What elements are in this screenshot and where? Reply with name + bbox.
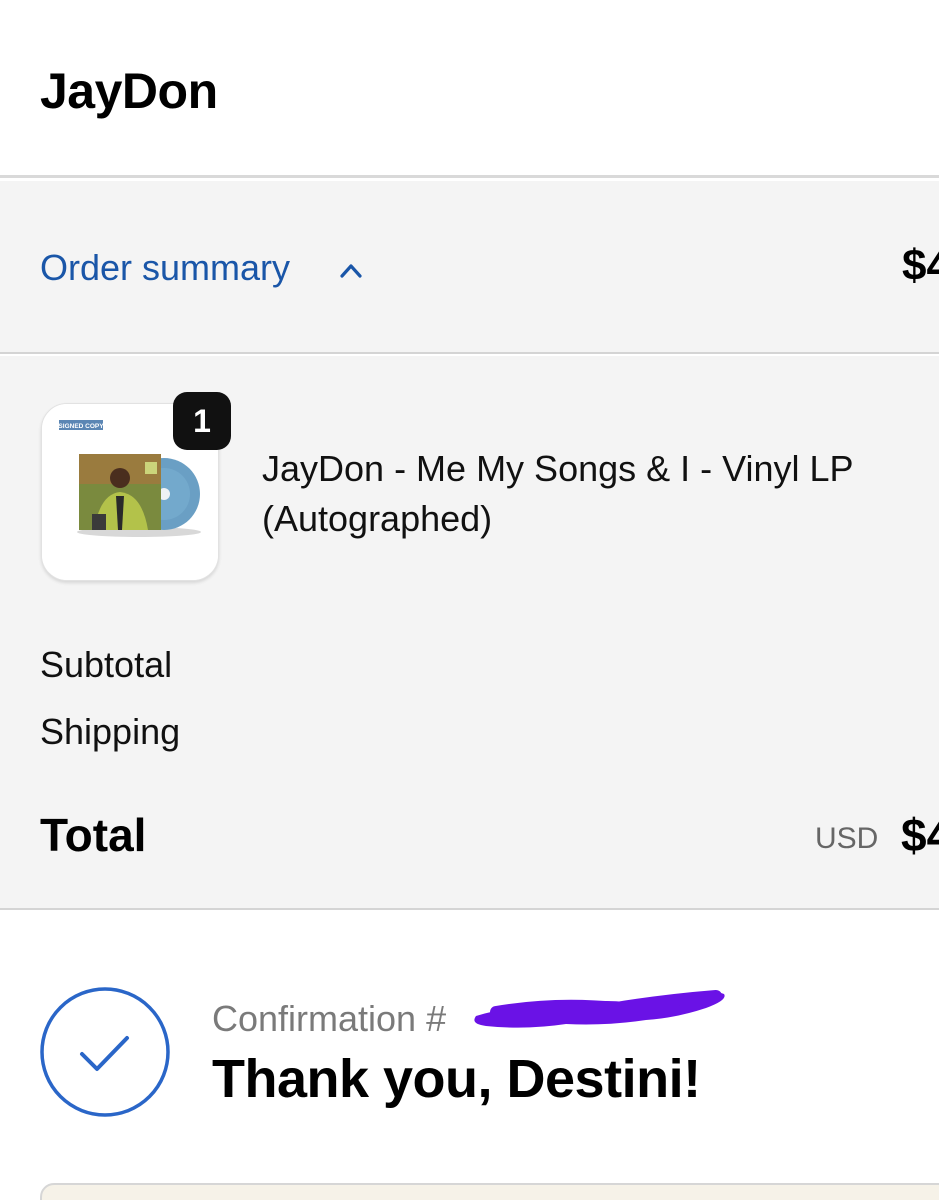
summary-total-price: $4 [902,241,939,290]
thank-you-heading: Thank you, Destini! [212,1049,701,1109]
quantity-badge: 1 [173,392,231,450]
shipping-label: Shipping [40,711,181,752]
total-price: $4 [901,809,939,861]
currency-code: USD [815,822,879,855]
redaction-scribble [474,990,725,1028]
map-preview[interactable] [40,1183,939,1200]
subtotal-label: Subtotal [40,644,173,685]
order-summary-toggle[interactable]: Order summary $4 [0,181,939,354]
total-label: Total [40,809,147,861]
product-name: JayDon - Me My Songs & I - Vinyl LP (Aut… [262,448,853,539]
order-summary-label[interactable]: Order summary [40,247,290,289]
check-circle-icon [40,987,170,1117]
order-summary-panel: SIGNED COPY 1 JayDon - Me My Songs & I -… [0,356,939,910]
store-name[interactable]: JayDon [40,62,218,120]
confirmation-number: Confirmation # [212,998,447,1039]
signed-copy-tag: SIGNED COPY [58,423,104,430]
store-header: JayDon [0,0,939,178]
chevron-up-icon[interactable] [338,257,364,283]
